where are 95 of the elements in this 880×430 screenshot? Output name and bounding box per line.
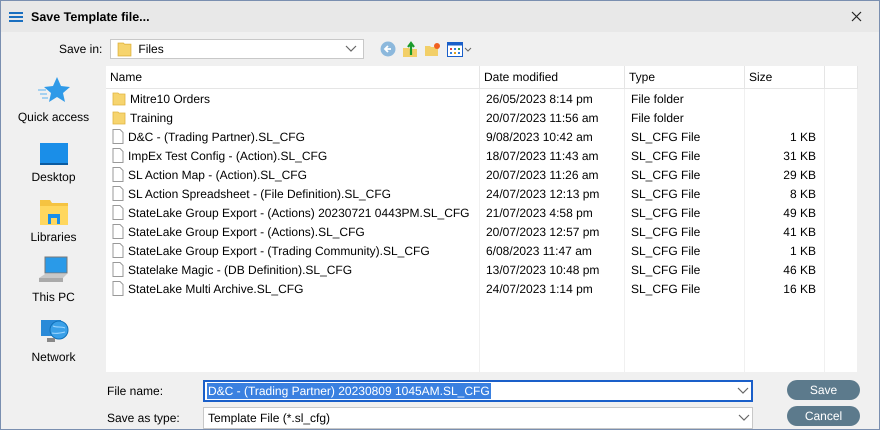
file-name-cell[interactable]: Statelake Magic - (DB Definition).SL_CFG (106, 260, 480, 279)
date-cell: 20/07/2023 11:26 am (480, 165, 625, 184)
sidebar-item[interactable]: Libraries (4, 186, 104, 246)
library-folder-icon (38, 198, 68, 226)
column-header[interactable]: Name (106, 66, 480, 89)
type-cell: SL_CFG File (625, 127, 745, 146)
close-icon (850, 11, 862, 22)
back-button[interactable] (380, 41, 396, 57)
date-cell: 6/08/2023 11:47 am (480, 241, 625, 260)
file-name-cell[interactable]: StateLake Group Export - (Actions).SL_CFG (106, 222, 480, 241)
type-cell: SL_CFG File (625, 165, 745, 184)
date-cell: 13/07/2023 10:48 pm (480, 260, 625, 279)
file-name-cell[interactable]: StateLake Multi Archive.SL_CFG (106, 279, 480, 298)
type-cell: SL_CFG File (625, 260, 745, 279)
size-cell: 49 KB (745, 203, 825, 222)
date-cell: 26/05/2023 8:14 pm (480, 89, 625, 108)
folder-up-arrow-icon (402, 40, 418, 58)
file-name-cell[interactable]: SL Action Spreadsheet - (File Definition).SL_CFG (106, 184, 480, 203)
new-folder-icon (424, 42, 442, 56)
file-icon (112, 243, 124, 258)
file-name-cell[interactable]: SL Action Map - (Action).SL_CFG (106, 165, 480, 184)
file-name: StateLake Group Export - (Actions).SL_CFG (128, 224, 365, 238)
folder-icon (112, 92, 126, 106)
save-in-label: Save in: (59, 42, 102, 56)
file-name: SL Action Map - (Action).SL_CFG (128, 168, 307, 182)
view-menu-button[interactable] (447, 42, 472, 56)
file-name-field[interactable]: D&C - (Trading Partner) 20230809 1045AM.SL_CFG (203, 380, 753, 402)
cancel-button[interactable]: Cancel (787, 406, 860, 426)
file-name-label: File name: (107, 384, 164, 398)
size-cell: 29 KB (745, 165, 825, 184)
file-name: Statelake Magic - (DB Definition).SL_CFG (128, 262, 352, 276)
file-name: StateLake Group Export - (Actions) 20230721 0443PM.SL_CFG (128, 206, 470, 220)
window-title: Save Template file... (31, 10, 151, 24)
file-icon (112, 167, 124, 182)
type-cell: SL_CFG File (625, 241, 745, 260)
sidebar-item[interactable]: This PC (4, 246, 104, 306)
save-as-type-label: Save as type: (107, 411, 181, 425)
date-cell: 20/07/2023 11:56 am (480, 108, 625, 127)
sidebar-item[interactable]: Network (4, 306, 104, 366)
size-cell: 16 KB (745, 279, 825, 298)
file-name: StateLake Multi Archive.SL_CFG (128, 282, 304, 296)
file-name: StateLake Group Export - (Trading Community).SL_CFG (128, 244, 430, 258)
size-cell: 46 KB (745, 260, 825, 279)
file-name-cell[interactable]: Mitre10 Orders (106, 89, 480, 108)
file-icon (112, 205, 124, 220)
column-header[interactable]: Date modified (480, 66, 625, 89)
file-name-cell[interactable]: Training (106, 108, 480, 127)
caret-icon (464, 46, 472, 52)
file-name: Mitre10 Orders (130, 92, 210, 106)
file-name-cell[interactable]: D&C - (Trading Partner).SL_CFG (106, 127, 480, 146)
type-cell: SL_CFG File (625, 184, 745, 203)
type-cell: File folder (625, 108, 745, 127)
date-cell: 24/07/2023 12:13 pm (480, 184, 625, 203)
menu-icon (9, 12, 23, 22)
file-icon (112, 148, 124, 163)
date-cell: 24/07/2023 1:14 pm (480, 279, 625, 298)
date-cell: 21/07/2023 4:58 pm (480, 203, 625, 222)
file-name-cell[interactable]: ImpEx Test Config - (Action).SL_CFG (106, 146, 480, 165)
folder-icon (112, 110, 126, 124)
type-cell: SL_CFG File (625, 222, 745, 241)
size-cell: 1 KB (745, 241, 825, 260)
date-cell: 20/07/2023 12:57 pm (480, 222, 625, 241)
file-icon (112, 262, 124, 277)
file-name-cell[interactable]: StateLake Group Export - (Trading Community).SL_CFG (106, 241, 480, 260)
column-header[interactable]: Size (745, 66, 825, 89)
date-cell: 18/07/2023 11:43 am (480, 146, 625, 165)
type-cell: SL_CFG File (625, 279, 745, 298)
file-icon (112, 281, 124, 296)
date-cell: 9/08/2023 10:42 am (480, 127, 625, 146)
type-cell: SL_CFG File (625, 203, 745, 222)
save-as-type-dropdown[interactable]: Template File (*.sl_cfg) (203, 407, 753, 429)
file-name: D&C - (Trading Partner).SL_CFG (128, 130, 305, 144)
file-name: ImpEx Test Config - (Action).SL_CFG (128, 148, 328, 162)
file-name: Training (130, 110, 173, 124)
grid-view-icon (447, 42, 464, 56)
sidebar-item[interactable]: Desktop (4, 126, 104, 186)
file-name: SL Action Spreadsheet - (File Definition).SL_CFG (128, 186, 392, 200)
file-icon (112, 129, 124, 144)
size-cell: 41 KB (745, 222, 825, 241)
save-button[interactable]: Save (787, 380, 860, 400)
folder-icon (117, 42, 132, 56)
monitor-icon (38, 142, 68, 166)
new-folder-button[interactable] (424, 42, 442, 56)
size-cell: 1 KB (745, 127, 825, 146)
up-folder-button[interactable] (402, 40, 418, 58)
size-cell: 31 KB (745, 146, 825, 165)
type-cell: File folder (625, 89, 745, 108)
file-icon (112, 186, 124, 201)
file-name-cell[interactable]: StateLake Group Export - (Actions) 20230721 0443PM.SL_CFG (106, 203, 480, 222)
save-in-dropdown[interactable]: Files (110, 39, 364, 59)
column-header[interactable]: Type (625, 66, 745, 89)
type-cell: SL_CFG File (625, 146, 745, 165)
file-icon (112, 224, 124, 239)
sidebar-item[interactable]: Quick access (4, 66, 104, 126)
size-cell: 8 KB (745, 184, 825, 203)
